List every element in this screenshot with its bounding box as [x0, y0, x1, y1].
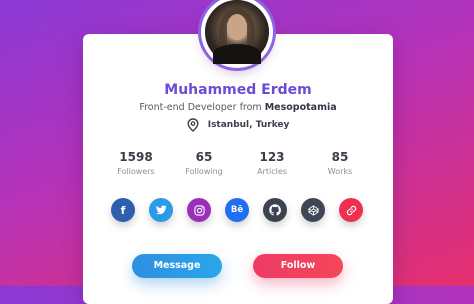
- behance-icon[interactable]: Bē: [225, 198, 249, 222]
- codepen-icon[interactable]: [301, 198, 325, 222]
- stat-label: Following: [185, 167, 223, 176]
- avatar-shirt: [213, 44, 261, 64]
- stat-value: 85: [331, 150, 349, 164]
- stat-label: Articles: [257, 167, 287, 176]
- link-icon[interactable]: [339, 198, 363, 222]
- facebook-glyph: f: [120, 203, 126, 217]
- behance-glyph: Bē: [230, 205, 244, 215]
- stat-works[interactable]: 85 Works: [307, 150, 373, 176]
- stat-label: Followers: [117, 167, 155, 176]
- avatar: [205, 0, 269, 64]
- stats-row: 1598 Followers 65 Following 123 Articles…: [103, 150, 373, 176]
- follow-button[interactable]: Follow: [253, 254, 343, 278]
- stat-value: 1598: [119, 150, 153, 164]
- stat-value: 123: [259, 150, 285, 164]
- stat-following[interactable]: 65 Following: [171, 150, 237, 176]
- github-icon[interactable]: [263, 198, 287, 222]
- profile-role: Front-end Developer from Mesopotamia: [83, 102, 393, 113]
- stat-value: 65: [195, 150, 213, 164]
- social-links: f Bē: [111, 198, 363, 224]
- instagram-icon[interactable]: [187, 198, 211, 222]
- stat-label: Works: [327, 167, 353, 176]
- facebook-icon[interactable]: f: [111, 198, 135, 222]
- avatar-face: [227, 14, 247, 40]
- message-button[interactable]: Message: [132, 254, 222, 278]
- profile-name: Muhammed Erdem: [164, 82, 312, 98]
- map-pin-icon: [187, 118, 199, 132]
- profile-location: Istanbul, Turkey: [83, 118, 393, 132]
- role-place: Mesopotamia: [264, 102, 337, 113]
- role-text: Front-end Developer from: [139, 102, 262, 113]
- stat-followers[interactable]: 1598 Followers: [103, 150, 169, 176]
- stat-articles[interactable]: 123 Articles: [239, 150, 305, 176]
- twitter-icon[interactable]: [149, 198, 173, 222]
- location-text: Istanbul, Turkey: [207, 120, 290, 130]
